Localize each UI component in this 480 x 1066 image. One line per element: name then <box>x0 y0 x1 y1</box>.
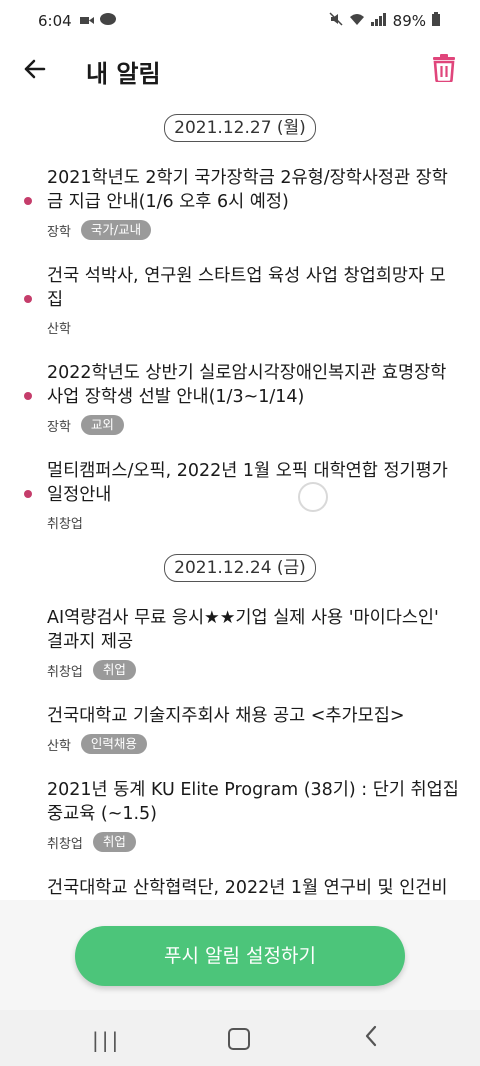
push-settings-button[interactable]: 푸시 알림 설정하기 <box>75 926 405 986</box>
category-label: 취창업 <box>47 836 83 852</box>
system-nav-bar: ||| <box>0 1010 480 1066</box>
notification-item[interactable]: 2021년 동계 KU Elite Program (38기) : 단기 취업집… <box>0 778 480 852</box>
category-label: 장학 <box>47 419 71 435</box>
notification-item[interactable]: 건국대학교 산학협력단, 2022년 1월 연구비 및 인건비 지불 일정 <box>0 876 480 900</box>
chat-icon <box>100 12 116 30</box>
category-label: 산학 <box>47 322 71 337</box>
bottom-action-area: 푸시 알림 설정하기 <box>0 900 480 1010</box>
notification-title: 2021년 동계 KU Elite Program (38기) : 단기 취업집… <box>47 780 459 824</box>
category-label: 산학 <box>47 738 71 754</box>
unread-dot <box>24 490 32 498</box>
status-right-icons: 89% <box>329 12 440 30</box>
notification-meta: 장학 교외 <box>47 415 460 435</box>
unread-dot <box>24 392 32 400</box>
notification-item[interactable]: 건국 석박사, 연구원 스타트업 육성 사업 창업희망자 모집 산학 <box>0 264 480 337</box>
category-label: 취창업 <box>47 664 83 680</box>
notification-title: AI역량검사 무료 응시★★기업 실제 사용 '마이다스인' 결과지 제공 <box>47 608 439 652</box>
notification-title: 건국대학교 산학협력단, 2022년 1월 연구비 및 인건비 지불 일정 <box>47 878 448 898</box>
notification-item[interactable]: 2021학년도 2학기 국가장학금 2유형/장학사정관 장학금 지급 안내(1/… <box>0 166 480 240</box>
notification-item[interactable]: 건국대학교 기술지주회사 채용 공고 <추가모집> 산학 인력채용 <box>0 704 480 754</box>
date-divider: 2021.12.27 (월) <box>164 114 316 142</box>
back-button[interactable] <box>18 52 52 86</box>
wifi-icon <box>349 12 365 30</box>
notification-title: 건국대학교 기술지주회사 채용 공고 <추가모집> <box>47 706 405 726</box>
tag-badge: 취업 <box>92 660 136 680</box>
tag-badge: 국가/교내 <box>80 220 152 240</box>
video-icon <box>80 12 94 30</box>
page-title: 내 알림 <box>86 60 161 88</box>
category-label: 취창업 <box>47 517 83 532</box>
notification-item[interactable]: 2022학년도 상반기 실로암시각장애인복지관 효명장학사업 장학생 선발 안내… <box>0 361 480 435</box>
signal-icon <box>370 12 387 30</box>
loading-spinner <box>298 482 328 512</box>
mute-icon <box>329 12 343 30</box>
notification-item[interactable]: AI역량검사 무료 응시★★기업 실제 사용 '마이다스인' 결과지 제공 취창… <box>0 606 480 680</box>
notification-item[interactable]: 멀티캠퍼스/오픽, 2022년 1월 오픽 대학연합 정기평가 일정안내 취창업 <box>0 459 480 532</box>
notification-meta: 산학 인력채용 <box>47 734 460 754</box>
notification-meta: 산학 <box>47 318 460 337</box>
category-label: 장학 <box>47 224 71 240</box>
date-divider: 2021.12.24 (금) <box>164 554 316 582</box>
status-left-icons <box>80 12 116 30</box>
unread-dot <box>24 197 32 205</box>
tag-badge: 교외 <box>80 415 124 435</box>
notification-title: 2022학년도 상반기 실로암시각장애인복지관 효명장학사업 장학생 선발 안내… <box>47 363 447 407</box>
notification-meta: 취창업 <box>47 513 460 532</box>
notification-meta: 취창업 취업 <box>47 660 460 680</box>
battery-percent: 89% <box>392 12 426 30</box>
arrow-left-icon <box>24 59 46 79</box>
notification-title: 건국 석박사, 연구원 스타트업 육성 사업 창업희망자 모집 <box>47 266 446 310</box>
status-time: 6:04 <box>38 12 72 30</box>
delete-button[interactable] <box>432 54 460 84</box>
home-button[interactable] <box>228 1028 250 1050</box>
chevron-left-icon <box>365 1025 377 1047</box>
recent-apps-button[interactable]: ||| <box>92 1028 121 1052</box>
notification-meta: 취창업 취업 <box>47 832 460 852</box>
app-header: 내 알림 <box>0 44 480 94</box>
notification-list[interactable]: 2021.12.27 (월) 2021학년도 2학기 국가장학금 2유형/장학사… <box>0 104 480 900</box>
trash-icon <box>433 54 455 84</box>
tag-badge: 인력채용 <box>80 734 147 754</box>
tag-badge: 취업 <box>92 832 136 852</box>
unread-dot <box>24 295 32 303</box>
battery-icon <box>432 12 440 30</box>
status-bar: 6:04 89% <box>0 0 480 44</box>
notification-meta: 장학 국가/교내 <box>47 220 460 240</box>
notification-title: 멀티캠퍼스/오픽, 2022년 1월 오픽 대학연합 정기평가 일정안내 <box>47 461 448 505</box>
notification-title: 2021학년도 2학기 국가장학금 2유형/장학사정관 장학금 지급 안내(1/… <box>47 168 448 212</box>
system-back-button[interactable] <box>364 1024 378 1052</box>
